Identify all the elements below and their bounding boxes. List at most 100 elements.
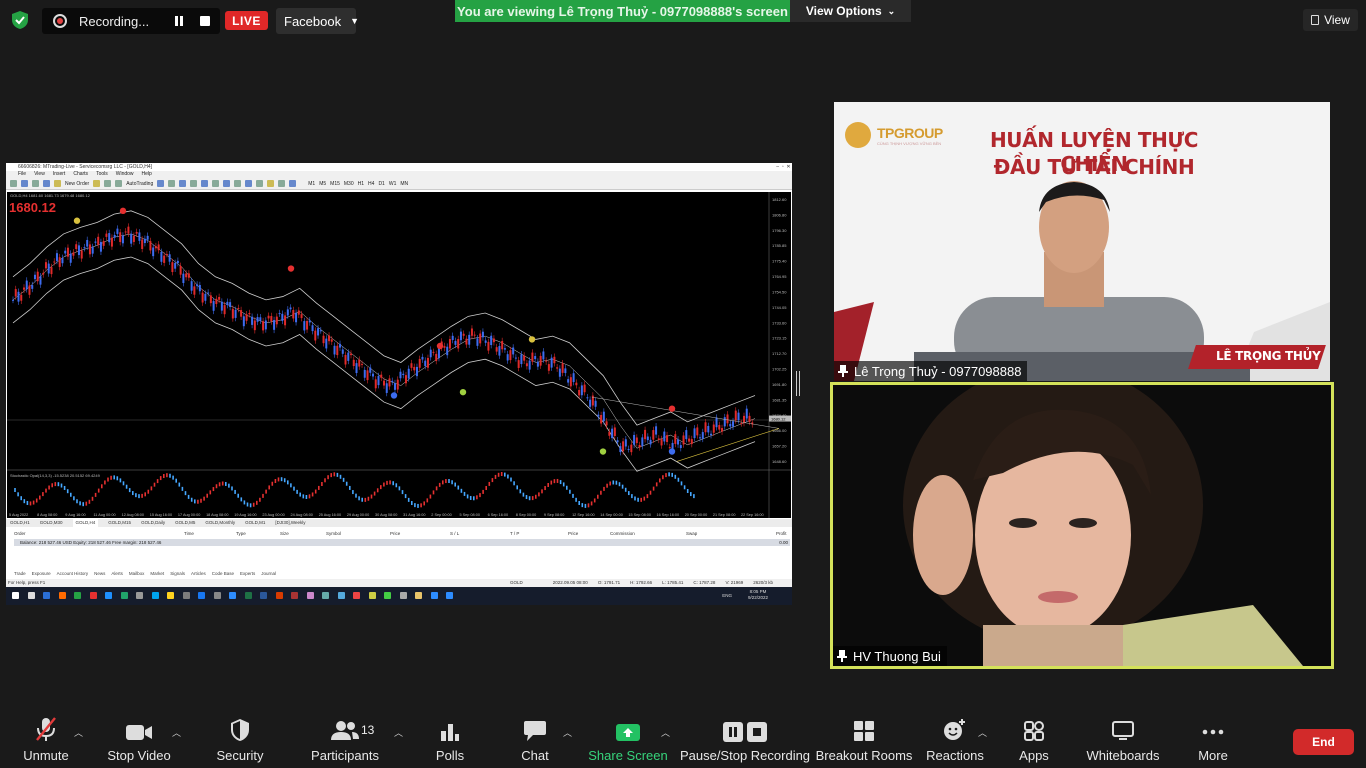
video-camera-icon [126,725,152,740]
video-tile-host[interactable]: TPGROUP CÙNG THỊNH VƯỢNG VỮNG BỀN HUẤN L… [834,102,1330,381]
candle-body [66,247,69,257]
candle-body [110,237,113,247]
security-button[interactable]: Security [214,712,266,768]
time-tick-label: 22 Sep 16:00 [741,513,764,517]
whiteboards-button[interactable]: Whiteboards [1086,712,1160,768]
time-tick-label: 12 Aug 08:00 [122,513,144,517]
signal-marker [668,405,676,412]
apps-icon [1024,721,1044,741]
polls-button[interactable]: Polls [430,712,470,768]
candle-body [240,310,243,317]
view-button[interactable]: View [1303,9,1358,31]
reactions-options-caret[interactable]: ︿ [978,726,987,739]
stop-video-button[interactable]: Stop Video [106,712,172,768]
live-badge: LIVE [225,11,268,30]
candle-body [152,247,155,257]
split-view-handle[interactable] [796,371,800,396]
candle-body [14,289,17,297]
candle-body [745,408,748,419]
apps-button[interactable]: Apps [1016,712,1052,768]
price-tick-label: 1666.00 [772,428,787,433]
end-meeting-button[interactable]: End [1293,729,1354,755]
toolbar-icon [168,180,176,187]
term-col: Commission [610,531,635,536]
encryption-shield-icon[interactable] [10,10,30,30]
breakout-rooms-button[interactable]: Breakout Rooms [816,712,912,768]
pause-recording-icon[interactable] [173,15,185,27]
candle-body [256,317,259,322]
unmute-button[interactable]: Unmute [18,712,74,768]
participant-name-tag: HV Thuong Bui [833,646,947,666]
candle-body [498,346,501,356]
candle-body [429,349,432,358]
menu-help: Help [141,171,152,177]
taskbar-app-icon [275,592,283,599]
candle-body [179,265,182,275]
candle-body [336,345,339,356]
candle-body [369,367,372,373]
candle-body [44,262,47,269]
candle-body [630,444,633,453]
share-options-caret[interactable]: ︿ [661,726,670,739]
candle-body [171,262,174,273]
taskbar-app-icon [213,592,221,599]
candle-body [723,417,726,427]
time-tick-label: 21 Sep 08:00 [713,513,736,517]
shared-screen[interactable]: 66606826: MTrading-Live - Servicecomsrg … [6,163,792,605]
candle-body [286,309,289,316]
time-tick-label: 29 Aug 00:00 [347,513,369,517]
security-label: Security [216,748,264,763]
toolbar-icon [256,180,264,187]
participants-options-caret[interactable]: ︿ [394,726,403,739]
stop-icon [747,722,767,742]
chart-tab-active: GOLD,H4 [72,519,99,527]
price-tick-label: 1806.80 [772,212,787,217]
menu-view: View [34,171,45,177]
mt4-status-bar: For Help, press F1 GOLD 2022.09.05 08:00… [6,579,792,587]
candle-body [572,373,575,383]
time-tick-label: 23 Aug 00:00 [262,513,284,517]
candle-body [487,341,490,351]
time-tick-label: 8 Sep 00:00 [516,513,536,517]
facebook-live-dropdown[interactable]: Facebook ▼ [276,8,359,34]
candle-body [729,423,732,427]
polls-icon [441,724,459,741]
candle-body [635,437,638,444]
candle-body [726,414,729,424]
chat-button[interactable]: Chat [514,712,556,768]
reactions-button[interactable]: Reactions [926,712,984,768]
candle-body [663,431,666,442]
candle-body [448,339,451,349]
pause-stop-recording-button[interactable]: Pause/Stop Recording [680,712,810,768]
candle-body [229,302,232,308]
candle-body [80,250,83,259]
chart-tab: [DJI30],Weekly [275,520,306,525]
candle-body [121,235,124,244]
stop-recording-icon[interactable] [200,16,210,26]
view-options-button[interactable]: View Options ⌄ [790,0,911,22]
time-tick-label: 30 Aug 08:00 [375,513,397,517]
more-label: More [1198,748,1228,763]
participants-button[interactable]: Participants [311,712,379,768]
candle-body [682,435,685,445]
more-button[interactable]: More [1194,712,1232,768]
candle-body [732,421,735,427]
status-values: GOLD 2022.09.05 08:00 O: 1791.71 H: 1792… [510,579,773,587]
lower-band [12,256,756,472]
pin-icon [837,650,847,662]
toolbar-icon [201,180,209,187]
candle-body [292,310,295,319]
toolbar-icon [10,180,17,187]
candle-body [641,437,644,447]
candle-body [462,333,465,336]
video-tile-guest[interactable]: HV Thuong Bui [830,382,1334,669]
candle-body [495,347,498,352]
taskbar-app-icon [399,592,407,599]
taskbar-app-icon [43,592,50,599]
tf-m1: M1 [308,180,316,187]
recording-indicator: Recording... [42,8,220,34]
video-options-caret[interactable]: ︿ [172,726,181,739]
chat-options-caret[interactable]: ︿ [563,726,572,739]
share-screen-button[interactable]: Share Screen [588,712,668,768]
audio-options-caret[interactable]: ︿ [74,726,83,739]
